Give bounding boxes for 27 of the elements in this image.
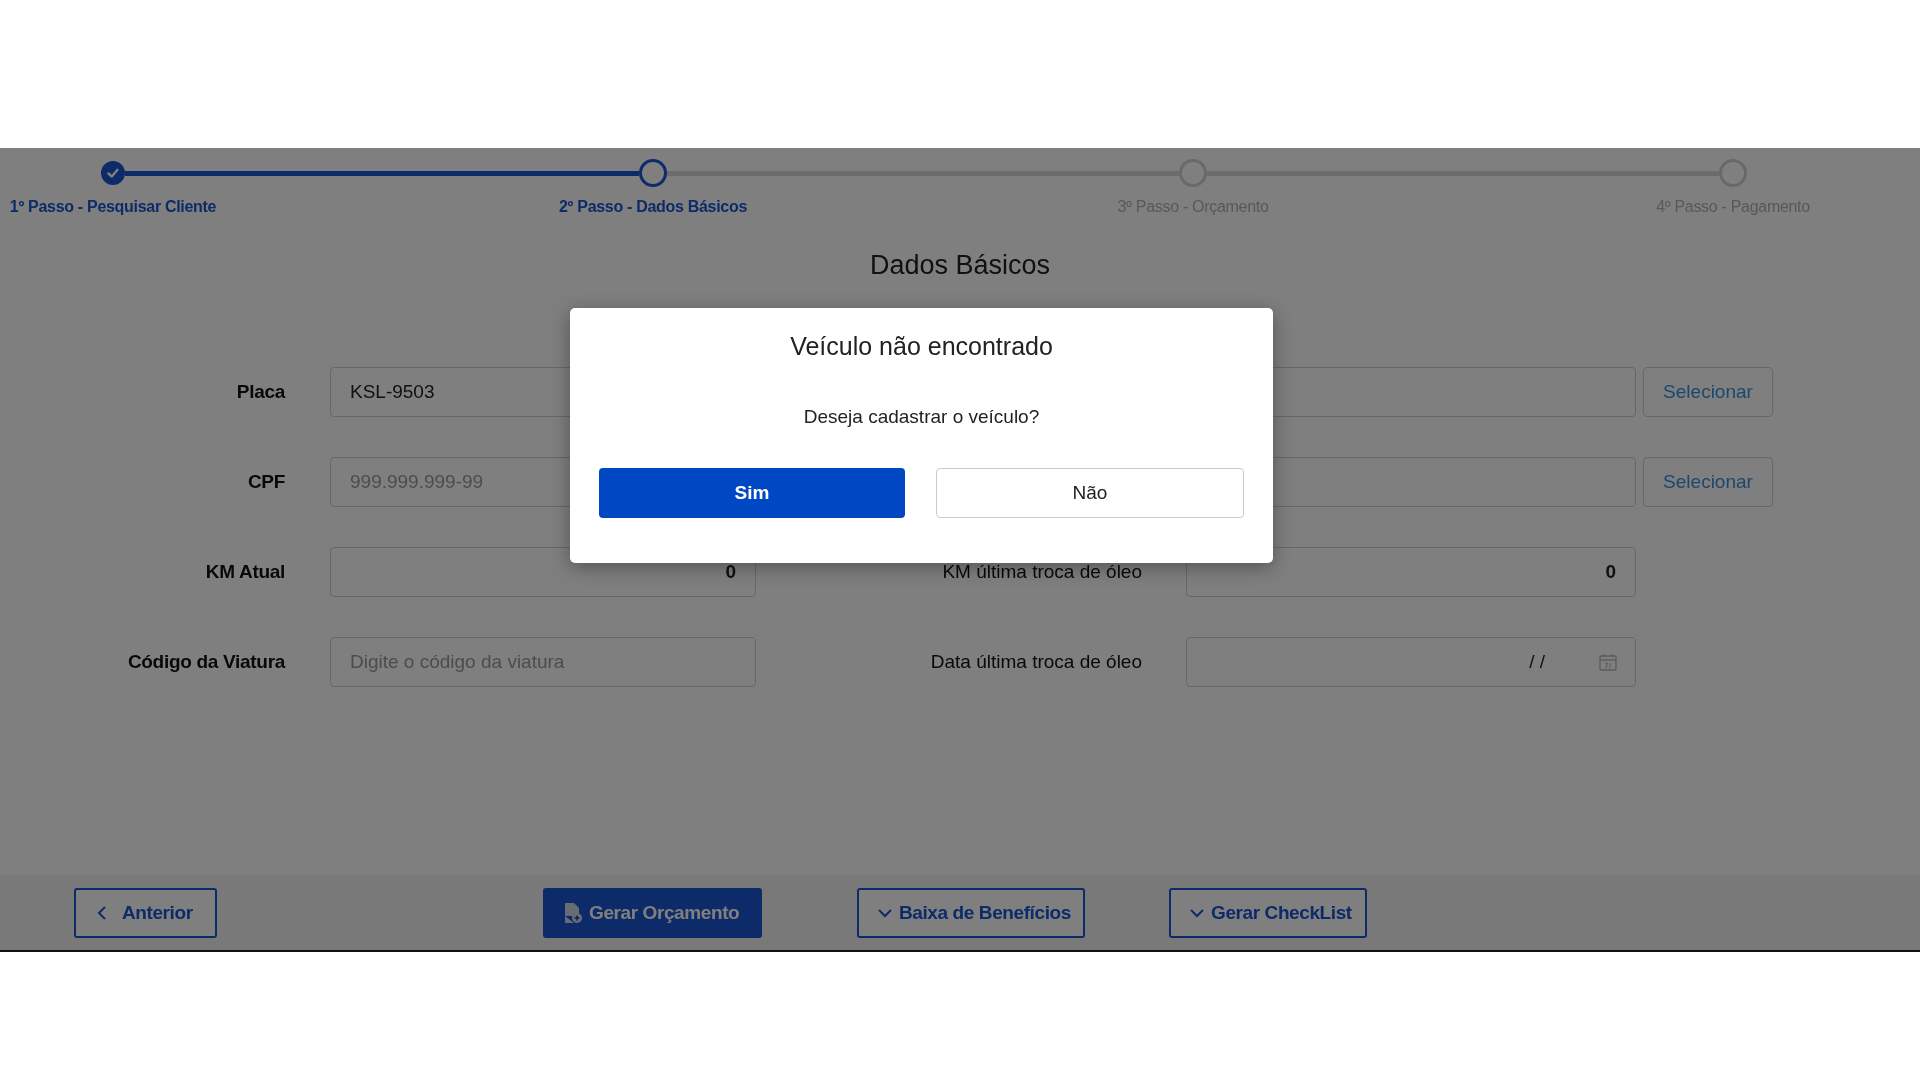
step-indicator[interactable] xyxy=(639,159,667,187)
date-field[interactable]: / / xyxy=(1186,637,1636,687)
dialog-button[interactable]: Sim xyxy=(599,468,905,518)
document-icon xyxy=(563,901,583,924)
dialog-message: Deseja cadastrar o veículo? xyxy=(803,406,1040,428)
step-indicator[interactable] xyxy=(101,161,125,185)
input-field[interactable]: 0 xyxy=(1186,547,1636,597)
field-label: CPF xyxy=(246,471,285,493)
field-label: KM Atual xyxy=(204,561,285,583)
footer-button[interactable]: Anterior xyxy=(74,887,217,938)
field-label: Data última troca de óleo xyxy=(929,651,1142,673)
footer-button[interactable]: Gerar Orçamento xyxy=(543,887,762,938)
select-button[interactable]: Selecionar xyxy=(1643,457,1773,507)
chevron-left-icon xyxy=(96,904,108,921)
step-label: 2º Passo - Dados Básicos xyxy=(558,198,748,216)
chevron-down-icon xyxy=(1189,906,1205,919)
field-label: KM última troca de óleo xyxy=(941,561,1142,583)
field-label: Placa xyxy=(235,381,285,403)
chevron-down-icon xyxy=(877,906,893,919)
dialog-title: Veículo não encontrado xyxy=(790,332,1053,361)
field-label: Código da Viatura xyxy=(126,651,285,673)
footer-button[interactable]: Baixa de Benefícios xyxy=(857,887,1085,938)
step-label: 1º Passo - Pesquisar Cliente xyxy=(9,198,217,216)
select-button[interactable]: Selecionar xyxy=(1643,367,1773,417)
page-title: Dados Básicos xyxy=(868,250,1052,281)
footer-button[interactable]: Gerar CheckList xyxy=(1169,887,1367,938)
dialog-button[interactable]: Não xyxy=(936,468,1244,518)
